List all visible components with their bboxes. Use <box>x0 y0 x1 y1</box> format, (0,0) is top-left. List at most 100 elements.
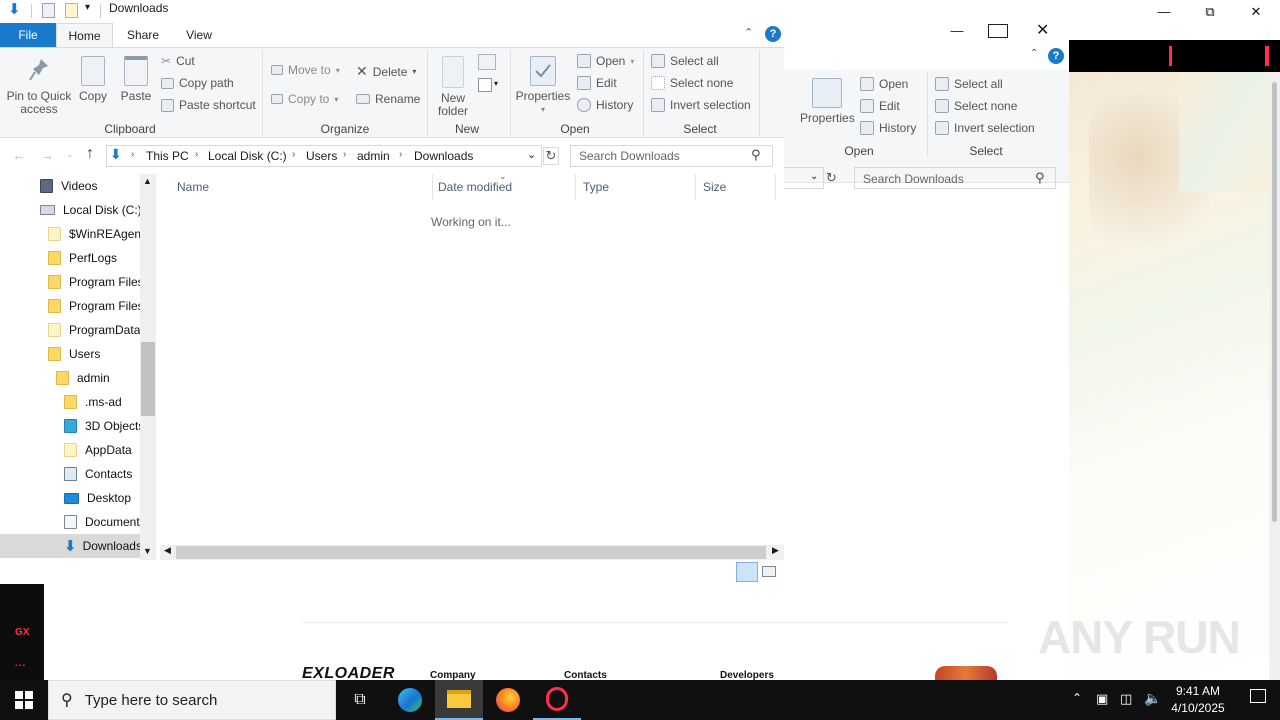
address-bar[interactable]: ⬇ › This PC › Local Disk (C:) › Users › … <box>106 145 542 167</box>
customize-quick-access-icon[interactable]: ▾ <box>85 2 90 13</box>
new-item-icon[interactable] <box>478 54 496 70</box>
nav-item-appdata[interactable]: AppData <box>0 438 140 462</box>
column-name[interactable]: Name <box>177 174 209 200</box>
volume-icon[interactable]: 🔈 <box>1144 690 1161 707</box>
minimize-icon[interactable]: — <box>942 23 972 39</box>
copy-to-button[interactable]: Copy to ▾ <box>271 92 338 106</box>
start-button[interactable] <box>0 680 48 720</box>
help-icon[interactable]: ? <box>1048 48 1064 64</box>
notifications-icon[interactable] <box>1250 689 1266 703</box>
address-dropdown[interactable]: ⌄ <box>784 167 824 189</box>
paste-shortcut-button[interactable]: Paste shortcut <box>161 98 256 112</box>
forward-icon[interactable]: → <box>40 147 54 163</box>
gx-badge[interactable]: GX <box>15 627 29 638</box>
nav-item-winreagent[interactable]: $WinREAgent <box>0 222 140 246</box>
breadcrumb-downloads[interactable]: Downloads <box>414 149 473 163</box>
clock-time[interactable]: 9:41 AM <box>1168 684 1228 698</box>
invert-selection-button[interactable]: Invert selection <box>651 98 751 112</box>
sidebar-more-icon[interactable]: ... <box>15 658 26 669</box>
search-input[interactable]: Search Downloads ⚲ <box>570 145 773 167</box>
nav-scrollbar[interactable]: ▲ ▼ <box>140 174 156 560</box>
invert-selection-button[interactable]: Invert selection <box>935 121 1035 135</box>
firefox-button[interactable] <box>484 680 532 720</box>
column-size[interactable]: Size <box>703 174 726 200</box>
open-button[interactable]: Open <box>860 77 908 91</box>
move-to-button[interactable]: Move to ▾ <box>271 63 340 77</box>
close-icon[interactable]: ✕ <box>1233 0 1279 23</box>
select-all-button[interactable]: Select all <box>651 54 719 68</box>
nav-item-videos[interactable]: Videos <box>0 174 140 198</box>
nav-item-downloads[interactable]: ⬇ Downloads <box>0 534 140 558</box>
nav-item-local-disk[interactable]: Local Disk (C:) <box>0 198 140 222</box>
select-all-button[interactable]: Select all <box>935 77 1003 91</box>
column-type[interactable]: Type <box>583 174 609 200</box>
browser-scrollbar[interactable] <box>1269 72 1280 680</box>
tab-share[interactable]: Share <box>117 23 169 47</box>
nav-item-program-files[interactable]: Program Files <box>0 270 140 294</box>
large-icons-view-icon[interactable] <box>762 566 776 577</box>
chevron-down-icon[interactable]: ⌄ <box>527 148 536 161</box>
edit-button[interactable]: Edit <box>577 76 617 90</box>
nav-item-perflogs[interactable]: PerfLogs <box>0 246 140 270</box>
file-explorer-button[interactable] <box>435 680 483 720</box>
taskbar-search[interactable]: ⚲ Type here to search <box>48 680 336 720</box>
restore-icon[interactable]: ⧉ <box>1187 0 1233 23</box>
history-button[interactable]: History <box>860 121 916 135</box>
refresh-icon[interactable]: ↻ <box>826 170 837 186</box>
minimize-icon[interactable]: — <box>1141 0 1187 23</box>
refresh-icon[interactable]: ↻ <box>543 147 559 165</box>
search-input[interactable]: Search Downloads ⚲ <box>854 167 1056 189</box>
nav-item-users[interactable]: Users <box>0 342 140 366</box>
new-folder-quick-icon[interactable] <box>65 3 78 18</box>
delete-button[interactable]: ✕ Delete ▾ <box>356 63 416 80</box>
breadcrumb-admin[interactable]: admin <box>357 149 390 163</box>
pin-to-quick-access-button[interactable]: Pin to Quick access <box>6 56 72 116</box>
edge-button[interactable] <box>386 680 434 720</box>
nav-item-ms-ad[interactable]: .ms-ad <box>0 390 140 414</box>
network-icon[interactable]: ◫ <box>1120 691 1132 707</box>
edit-button[interactable]: Edit <box>860 99 900 113</box>
column-date-modified[interactable]: Date modified <box>438 174 512 200</box>
properties-button[interactable]: Properties <box>800 78 855 125</box>
chevron-up-icon[interactable]: ⌃ <box>1072 691 1082 705</box>
collapse-ribbon-icon[interactable]: ⌃ <box>744 26 753 39</box>
nav-item-3d-objects[interactable]: 3D Objects <box>0 414 140 438</box>
cut-button[interactable]: ✂ Cut <box>161 54 195 68</box>
details-view-icon[interactable] <box>736 562 758 582</box>
help-icon[interactable]: ? <box>765 26 781 42</box>
copy-path-button[interactable]: Copy path <box>161 76 234 90</box>
opera-gx-button[interactable] <box>533 680 581 720</box>
up-icon[interactable]: ↑ <box>86 145 94 163</box>
copy-button[interactable]: Copy <box>78 56 108 103</box>
horizontal-scrollbar[interactable]: ◀ ▶ <box>160 545 784 560</box>
chevron-right-icon[interactable]: › <box>399 149 402 160</box>
nav-item-documents[interactable]: Documents <box>0 510 140 534</box>
tab-view[interactable]: View <box>172 23 226 47</box>
history-button[interactable]: History <box>577 98 633 112</box>
paste-button[interactable]: Paste <box>119 56 153 103</box>
scroll-right-icon[interactable]: ▶ <box>772 545 779 556</box>
scroll-up-icon[interactable]: ▲ <box>143 176 152 186</box>
close-icon[interactable]: ✕ <box>1036 20 1049 40</box>
collapse-ribbon-icon[interactable]: ⌃ <box>1030 48 1038 59</box>
chevron-down-icon[interactable]: ▾ <box>494 79 498 88</box>
breadcrumb-this-pc[interactable]: This PC <box>146 149 189 163</box>
easy-access-icon[interactable] <box>478 78 492 92</box>
tab-file[interactable]: File <box>0 23 56 47</box>
nav-item-contacts[interactable]: Contacts <box>0 462 140 486</box>
scroll-thumb[interactable] <box>141 342 155 416</box>
nav-item-admin[interactable]: admin <box>0 366 140 390</box>
chevron-right-icon[interactable]: › <box>343 149 346 160</box>
scroll-thumb[interactable] <box>176 546 766 559</box>
rename-button[interactable]: Rename <box>356 92 420 106</box>
task-view-button[interactable]: ⧉ <box>336 680 384 720</box>
chevron-right-icon[interactable]: › <box>292 149 295 160</box>
scroll-down-icon[interactable]: ▼ <box>143 546 152 556</box>
properties-button[interactable]: Properties ▾ <box>515 56 571 116</box>
tab-home[interactable]: Home <box>56 23 113 47</box>
chevron-right-icon[interactable]: › <box>131 149 134 160</box>
scroll-left-icon[interactable]: ◀ <box>164 545 171 556</box>
select-none-button[interactable]: Select none <box>651 76 733 90</box>
select-none-button[interactable]: Select none <box>935 99 1017 113</box>
recent-locations-icon[interactable]: ⌄ <box>66 149 74 160</box>
